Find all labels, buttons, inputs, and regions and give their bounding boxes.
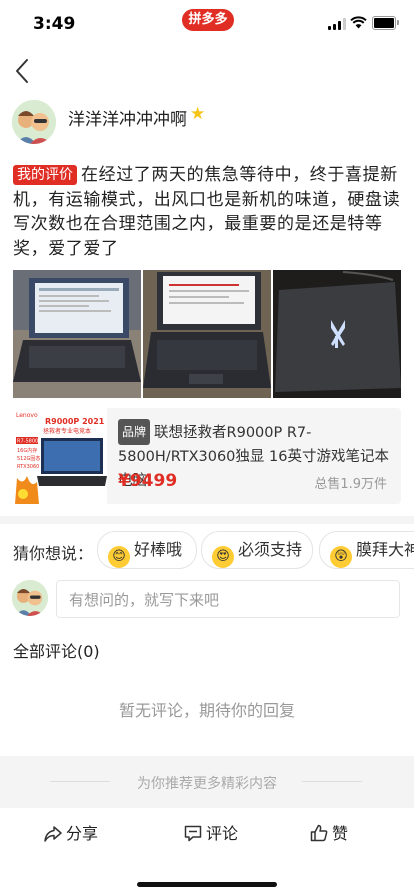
quick-reply-chip-2[interactable]: 😍 必须支持 xyxy=(201,531,313,569)
review-photo-2[interactable] xyxy=(143,270,271,398)
like-label: 赞 xyxy=(332,824,349,843)
section-divider xyxy=(0,516,414,524)
chip-label: 必须支持 xyxy=(238,540,303,559)
chip-label: 膜拜大神 xyxy=(356,540,414,559)
like-button[interactable]: 赞 xyxy=(310,822,348,846)
chip-label: 好棒哦 xyxy=(134,540,183,559)
heart-eyes-emoji-icon: 😍 xyxy=(212,546,234,568)
review-text-block: 我的评价 在经过了两天的焦急等待中，终于喜提新机，有运输模式，出风口也是新机的味道… xyxy=(13,163,403,261)
share-button[interactable]: 分享 xyxy=(44,822,98,846)
home-indicator xyxy=(137,882,277,887)
brand-tag: 品牌 xyxy=(118,419,151,445)
quick-reply-chip-1[interactable]: 😊 好棒哦 xyxy=(97,531,197,569)
svg-text:16G内存: 16G内存 xyxy=(17,447,37,454)
author-name[interactable]: 洋洋洋冲冲冲啊 xyxy=(68,105,187,130)
thumb-sub: 拯救者专业电竞本 xyxy=(43,427,91,435)
share-label: 分享 xyxy=(66,824,99,843)
comment-input[interactable]: 有想问的，就写下来吧 xyxy=(56,580,400,618)
comment-label: 评论 xyxy=(206,824,239,843)
recommend-line-right xyxy=(302,781,362,782)
user-avatar xyxy=(12,580,48,616)
review-photo-1[interactable] xyxy=(13,270,141,398)
product-price: ¥9499 xyxy=(118,471,178,491)
share-icon xyxy=(44,826,62,842)
thumb-title: R9000P 2021 xyxy=(45,417,105,426)
status-time: 3:49 xyxy=(33,14,76,34)
svg-text:RTX3060: RTX3060 xyxy=(17,464,39,470)
app-badge: 拼多多 xyxy=(182,9,234,31)
back-icon[interactable] xyxy=(12,56,34,86)
astonished-emoji-icon: 😲 xyxy=(330,546,352,568)
review-photo-3[interactable] xyxy=(273,270,401,398)
product-card[interactable]: Lenovo R9000P 2021 拯救者专业电竞本 R7-5800H 16G… xyxy=(13,408,401,504)
recommend-text: 为你推荐更多精彩内容 xyxy=(137,776,277,792)
quick-reply-chip-3[interactable]: 😲 膜拜大神 xyxy=(319,531,414,569)
sold-count: 总售1.9万件 xyxy=(314,477,387,492)
comment-button[interactable]: 评论 xyxy=(184,822,238,846)
wifi-icon xyxy=(350,16,367,29)
thumbs-up-icon xyxy=(310,824,328,842)
guess-label: 猜你想说： xyxy=(13,544,94,563)
signal-icon xyxy=(328,18,346,30)
svg-text:512G固态: 512G固态 xyxy=(17,455,40,462)
comment-icon xyxy=(184,825,202,842)
star-badge-icon: ★ xyxy=(190,104,206,124)
review-tag: 我的评价 xyxy=(13,165,77,185)
empty-comments-text: 暂无评论，期待你的回复 xyxy=(118,701,295,720)
product-thumbnail[interactable]: Lenovo R9000P 2021 拯救者专业电竞本 R7-5800H 16G… xyxy=(13,408,107,504)
comments-header: 全部评论(0) xyxy=(13,642,100,661)
smile-emoji-icon: 😊 xyxy=(108,546,130,568)
thumb-brand: Lenovo xyxy=(16,412,38,419)
battery-icon xyxy=(372,16,399,30)
svg-text:R7-5800H: R7-5800H xyxy=(17,439,42,445)
author-avatar[interactable] xyxy=(12,100,56,144)
